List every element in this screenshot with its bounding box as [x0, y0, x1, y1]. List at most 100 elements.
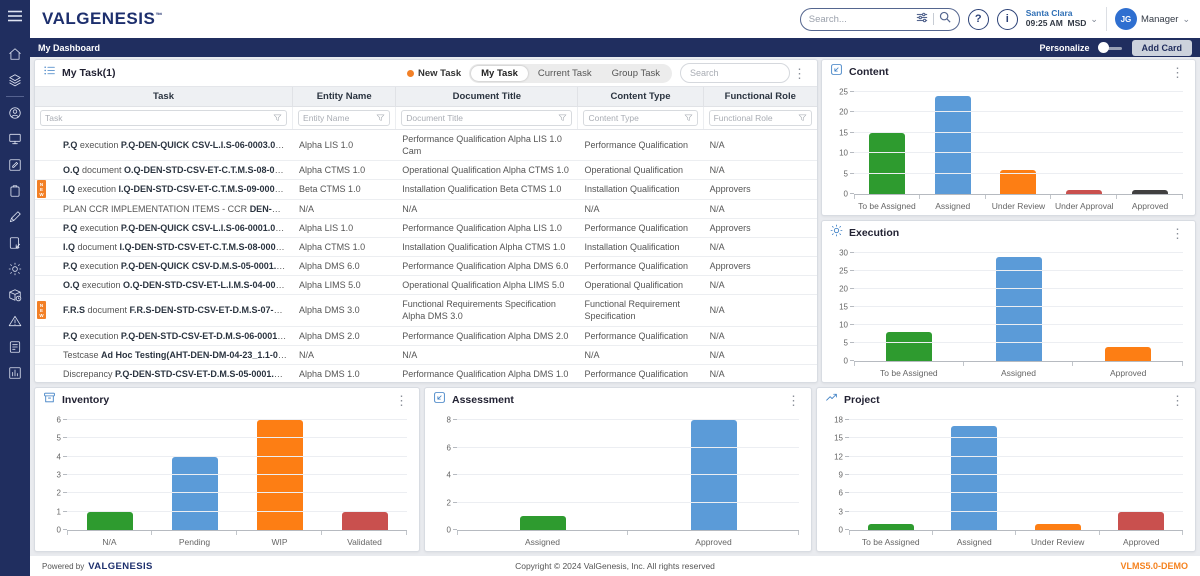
task-cell: I.Q execution I.Q-DEN-STD-CSV-ET-C.T.M.S…	[35, 180, 293, 198]
panel-menu-icon[interactable]: ⋮	[392, 394, 411, 407]
table-row[interactable]: P.Q execution P.Q-DEN-STD-CSV-ET-D.M.S-0…	[35, 327, 817, 346]
y-axis-tick-label: 4	[57, 452, 61, 461]
edit-square-icon[interactable]	[0, 152, 30, 178]
table-row[interactable]: P.Q execution P.Q-DEN-QUICK CSV-L.I.S-06…	[35, 219, 817, 238]
task-panel-menu-icon[interactable]: ⋮	[790, 67, 809, 80]
personalize-label: Personalize	[1039, 43, 1089, 53]
gridline	[849, 492, 1183, 493]
filter-input-content-type[interactable]	[588, 113, 680, 123]
clipboard-icon[interactable]	[0, 178, 30, 204]
bar-approved	[691, 420, 737, 530]
filter-cell	[396, 107, 578, 129]
task-search-input[interactable]	[680, 63, 790, 83]
column-header[interactable]: Functional Role	[704, 87, 817, 106]
search-icon[interactable]	[939, 10, 951, 28]
table-row[interactable]: Testcase Ad Hoc Testing(AHT-DEN-DM-04-23…	[35, 346, 817, 365]
funnel-filter-icon[interactable]	[376, 109, 385, 127]
table-row[interactable]: I.Q document I.Q-DEN-STD-CSV-ET-C.T.M.S-…	[35, 238, 817, 257]
gear-icon[interactable]	[0, 256, 30, 282]
table-row[interactable]: NEWI.Q execution I.Q-DEN-STD-CSV-ET-C.T.…	[35, 180, 817, 199]
chart-title: Content	[849, 66, 889, 78]
hamburger-menu-icon[interactable]	[7, 9, 23, 27]
gridline	[854, 306, 1183, 307]
gridline	[67, 419, 407, 420]
panel-menu-icon[interactable]: ⋮	[1168, 227, 1187, 240]
global-search-input[interactable]	[809, 14, 911, 25]
bar-assigned	[996, 257, 1042, 361]
funnel-filter-icon[interactable]	[798, 109, 807, 127]
table-row[interactable]: P.Q execution P.Q-DEN-QUICK CSV-L.I.S-06…	[35, 130, 817, 161]
add-card-button[interactable]: Add Card	[1132, 40, 1193, 56]
functional-role-cell: Approvers	[704, 180, 817, 198]
tab-current-task[interactable]: Current Task	[528, 66, 602, 81]
column-header[interactable]: Task	[35, 87, 293, 106]
bar-slot	[1051, 92, 1117, 194]
column-header[interactable]: Content Type	[578, 87, 703, 106]
footer-logo: VALGENESIS	[88, 561, 153, 572]
panel-menu-icon[interactable]: ⋮	[1168, 66, 1187, 79]
filter-cell	[35, 107, 293, 129]
top-header: VALGENESIS™ ? i Santa Clara 09:25 AM MSD…	[30, 0, 1200, 38]
personalize-toggle[interactable]	[1098, 42, 1124, 53]
gridline	[854, 270, 1183, 271]
package-clock-icon[interactable]	[0, 282, 30, 308]
filter-input-entity-name[interactable]	[303, 113, 373, 123]
help-button[interactable]: ?	[968, 9, 989, 30]
profile-menu[interactable]: JG Manager ⌄	[1115, 8, 1190, 30]
table-row[interactable]: NEWF.R.S document F.R.S-DEN-STD-CSV-ET-D…	[35, 295, 817, 326]
logbook-icon[interactable]	[0, 334, 30, 360]
table-row[interactable]: PLAN CCR IMPLEMENTATION ITEMS - CCR DEN-…	[35, 200, 817, 219]
user-circle-icon[interactable]	[0, 100, 30, 126]
column-header[interactable]: Document Title	[396, 87, 578, 106]
home-icon[interactable]	[0, 41, 30, 67]
task-table: TaskEntity NameDocument TitleContent Typ…	[35, 86, 817, 382]
entity-cell: Alpha DMS 3.0	[293, 301, 396, 319]
filter-input-document-title[interactable]	[406, 113, 555, 123]
funnel-filter-icon[interactable]	[273, 109, 282, 127]
table-row[interactable]: Discrepancy P.Q-DEN-STD-CSV-ET-D.M.S-05-…	[35, 365, 817, 382]
bar-chart-icon[interactable]	[0, 360, 30, 386]
global-search[interactable]	[800, 8, 960, 31]
functional-role-cell: N/A	[704, 301, 817, 319]
filter-sliders-icon[interactable]	[916, 10, 928, 28]
y-axis-tick-label: 3	[839, 507, 843, 516]
gridline	[457, 419, 799, 420]
y-axis-tick-label: 12	[834, 452, 843, 461]
filter-input-functional-role[interactable]	[714, 113, 795, 123]
document-export-icon[interactable]	[0, 230, 30, 256]
funnel-filter-icon[interactable]	[558, 109, 567, 127]
content-type-cell: Installation Qualification	[578, 180, 703, 198]
layers-icon[interactable]	[0, 67, 30, 93]
table-row[interactable]: P.Q execution P.Q-DEN-QUICK CSV-D.M.S-05…	[35, 257, 817, 276]
panel-menu-icon[interactable]: ⋮	[784, 394, 803, 407]
column-header[interactable]: Entity Name	[293, 87, 396, 106]
table-row[interactable]: O.Q execution O.Q-DEN-STD-CSV-ET-L.I.M.S…	[35, 276, 817, 295]
task-cell: I.Q document I.Q-DEN-STD-CSV-ET-C.T.M.S-…	[35, 238, 293, 256]
pen-icon[interactable]	[0, 204, 30, 230]
y-axis-tick-label: 2	[447, 498, 451, 507]
entity-cell: Alpha CTMS 1.0	[293, 238, 396, 256]
x-axis-category-label: Assigned	[920, 198, 986, 211]
alert-triangle-icon[interactable]	[0, 308, 30, 334]
bar-under-approval	[1066, 190, 1102, 194]
table-row[interactable]: O.Q document O.Q-DEN-STD-CSV-ET-C.T.M.S-…	[35, 161, 817, 180]
gridline	[854, 111, 1183, 112]
location-selector[interactable]: Santa Clara 09:25 AM MSD ⌄	[1026, 9, 1098, 29]
entity-cell: Alpha DMS 2.0	[293, 327, 396, 345]
panel-menu-icon[interactable]: ⋮	[1168, 394, 1187, 407]
filter-input-task[interactable]	[45, 113, 270, 123]
task-cell: PLAN CCR IMPLEMENTATION ITEMS - CCR DEN-…	[35, 200, 293, 218]
bar-to-be-assigned	[886, 332, 932, 361]
bar-slot	[920, 92, 986, 194]
bar-approved	[1105, 347, 1151, 361]
monitor-icon[interactable]	[0, 126, 30, 152]
funnel-filter-icon[interactable]	[684, 109, 693, 127]
new-badge: NEW	[37, 301, 46, 319]
powered-by-label: Powered by	[42, 562, 84, 571]
info-button[interactable]: i	[997, 9, 1018, 30]
tab-group-task[interactable]: Group Task	[602, 66, 670, 81]
x-axis-category-label: Under Review	[986, 198, 1052, 211]
tab-my-task[interactable]: My Task	[471, 66, 528, 81]
y-axis-tick-label: 15	[839, 303, 848, 312]
inventory-chart-panel: Inventory ⋮ 0123456N/APendingWIPValidate…	[34, 387, 420, 552]
